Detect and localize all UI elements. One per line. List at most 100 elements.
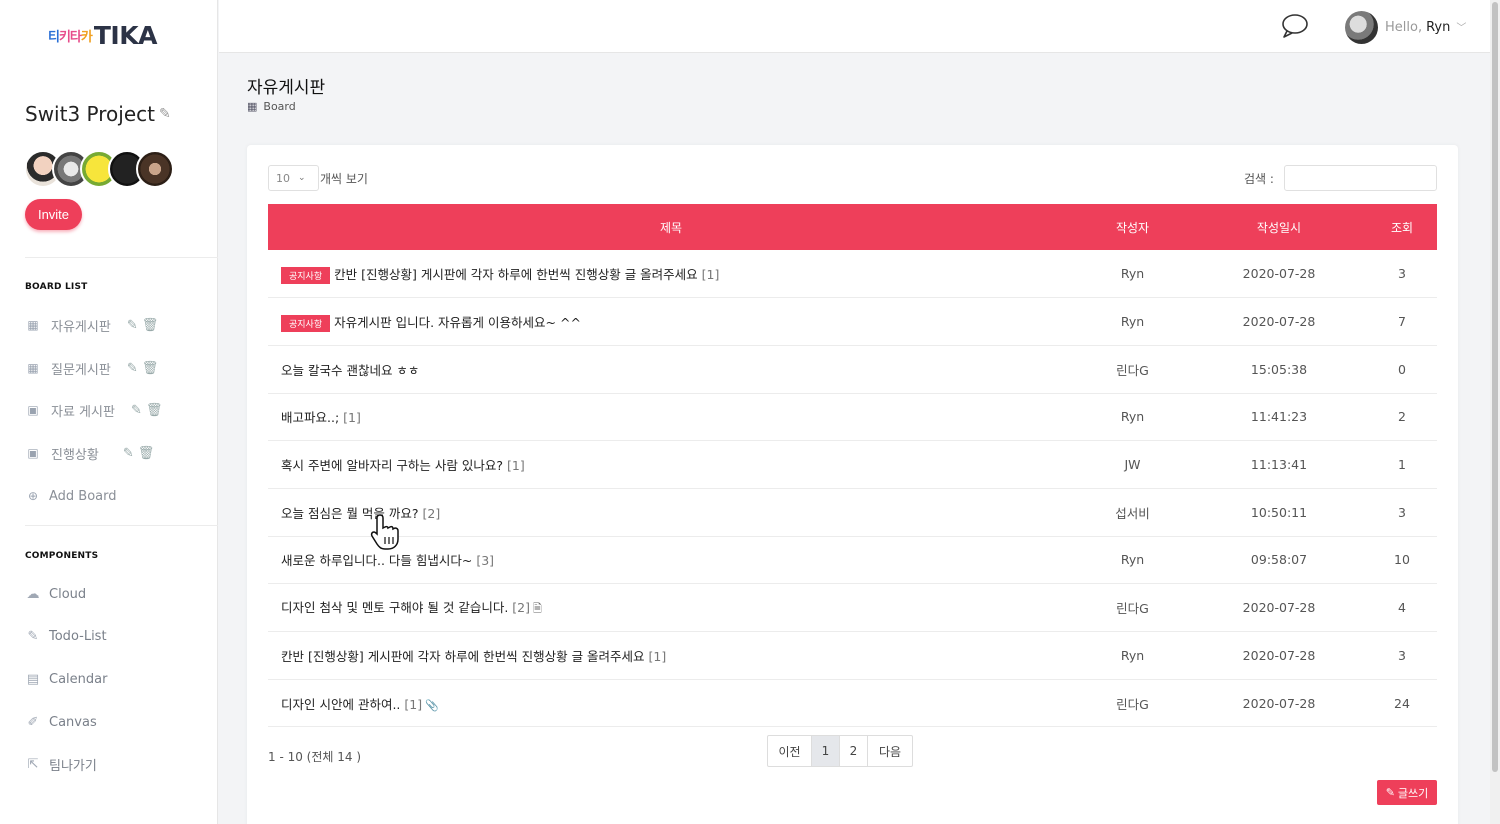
post-author: Ryn	[1074, 536, 1191, 585]
post-date: 2020-07-28	[1191, 250, 1367, 299]
sidebar-item-label: 진행상황	[51, 447, 99, 463]
breadcrumb: ▦ Board	[247, 100, 296, 113]
table-row[interactable]: 디자인 첨삭 및 멘토 구해야 될 것 같습니다. [2] 🗎 린다G 2020-…	[268, 583, 1437, 632]
pencil-icon[interactable]: ✎	[127, 361, 138, 376]
post-title-cell[interactable]: 디자인 첨삭 및 멘토 구해야 될 것 같습니다. [2] 🗎	[268, 583, 1074, 632]
table-row[interactable]: 혹시 주변에 알바자리 구하는 사람 있나요? [1] JW 11:13:41 …	[268, 440, 1437, 489]
table-header-row: 제목 작성자 작성일시 조회	[268, 204, 1437, 250]
comment-count: [2]	[512, 599, 530, 615]
user-avatar[interactable]	[1345, 11, 1378, 44]
page-length-label: 개씩 보기	[320, 172, 368, 186]
sidebar-item-label: 자료 게시판	[51, 404, 115, 420]
post-author: 린다G	[1074, 345, 1191, 394]
column-header-author[interactable]: 작성자	[1074, 204, 1191, 250]
sidebar: 티키타카 TIKA Swit3 Project ✎ Invite BOARD L…	[0, 0, 218, 824]
component-canvas[interactable]: ✐ Canvas	[25, 712, 97, 732]
table-row[interactable]: 오늘 점심은 뭘 먹을 까요? [2] 섭서비 10:50:11 3	[268, 488, 1437, 537]
sidebar-item-resource-board[interactable]: ▣ 자료 게시판 ✎ 🗑	[25, 400, 162, 420]
post-views: 2	[1367, 393, 1437, 442]
table-row[interactable]: 칸반 [진행상황] 게시판에 각자 하루에 한번씩 진행상황 글 올려주세요 […	[268, 631, 1437, 680]
trash-icon[interactable]: 🗑	[146, 403, 163, 418]
pagination-page[interactable]: 2	[840, 736, 868, 766]
sidebar-item-label: 질문게시판	[51, 362, 111, 378]
trash-icon[interactable]: 🗑	[142, 318, 159, 333]
column-header-date[interactable]: 작성일시	[1191, 204, 1367, 250]
pagination-prev[interactable]: 이전	[768, 736, 812, 766]
table-row[interactable]: 배고파요..; [1] Ryn 11:41:23 2	[268, 393, 1437, 442]
post-title-cell[interactable]: 배고파요..; [1]	[268, 393, 1074, 442]
component-calendar[interactable]: ▤ Calendar	[25, 669, 108, 689]
column-header-title[interactable]: 제목	[268, 204, 1074, 250]
post-title[interactable]: 배고파요..;	[281, 410, 339, 425]
scrollbar[interactable]	[1490, 0, 1500, 824]
post-views: 3	[1367, 488, 1437, 537]
post-title-cell[interactable]: 칸반 [진행상황] 게시판에 각자 하루에 한번씩 진행상황 글 올려주세요 […	[268, 631, 1074, 680]
tika-logo[interactable]: 티키타카 TIKA	[48, 20, 157, 50]
component-cloud[interactable]: ☁ Cloud	[25, 584, 87, 604]
component-label: Calendar	[49, 671, 108, 687]
pagination: 이전 1 2 다음	[767, 735, 913, 767]
table-row[interactable]: 공지사항 칸반 [진행상황] 게시판에 각자 하루에 한번씩 진행상황 글 올려주…	[268, 250, 1437, 299]
pencil-icon[interactable]: ✎	[159, 106, 171, 122]
trash-icon[interactable]: 🗑	[142, 361, 159, 376]
sidebar-item-free-board[interactable]: ▦ 자유게시판 ✎ 🗑	[25, 315, 158, 335]
post-title-cell[interactable]: 혹시 주변에 알바자리 구하는 사람 있나요? [1]	[268, 440, 1074, 489]
table-row[interactable]: 디자인 시안에 관하여.. [1] 📎 린다G 2020-07-28 24	[268, 679, 1437, 728]
scrollbar-thumb[interactable]	[1492, 2, 1498, 772]
user-menu[interactable]: Hello, Ryn ﹀	[1385, 19, 1466, 35]
post-date: 10:50:11	[1191, 488, 1367, 537]
post-author: Ryn	[1074, 393, 1191, 442]
post-date: 2020-07-28	[1191, 297, 1367, 346]
post-title[interactable]: 혹시 주변에 알바자리 구하는 사람 있나요?	[281, 458, 503, 473]
hello-text: Hello,	[1385, 20, 1423, 35]
post-title[interactable]: 자유게시판 입니다. 자유롭게 이용하세요~ ^^	[334, 315, 581, 330]
column-header-views[interactable]: 조회	[1367, 204, 1437, 250]
divider	[25, 525, 218, 526]
post-title-cell[interactable]: 디자인 시안에 관하여.. [1] 📎	[268, 679, 1074, 728]
edit-icon: ✎	[27, 628, 39, 644]
search-input[interactable]	[1284, 165, 1437, 191]
table-row[interactable]: 오늘 칼국수 괜찮네요 ㅎㅎ 린다G 15:05:38 0	[268, 345, 1437, 394]
post-title[interactable]: 디자인 시안에 관하여..	[281, 697, 400, 712]
post-date: 11:13:41	[1191, 440, 1367, 489]
pagination-page[interactable]: 1	[812, 736, 840, 766]
post-author: 린다G	[1074, 583, 1191, 632]
add-board-label: Add Board	[49, 488, 117, 504]
component-leave-team[interactable]: ⇱ 팀나가기	[25, 754, 97, 774]
post-title[interactable]: 새로운 하루입니다.. 다들 힘냅시다~	[281, 553, 472, 568]
plus-circle-icon: ⊕	[27, 489, 39, 503]
trash-icon[interactable]: 🗑	[138, 446, 155, 461]
post-title[interactable]: 디자인 첨삭 및 멘토 구해야 될 것 같습니다.	[281, 600, 508, 615]
table-icon: ▦	[27, 361, 39, 375]
table-row[interactable]: 공지사항 자유게시판 입니다. 자유롭게 이용하세요~ ^^ Ryn 2020-0…	[268, 297, 1437, 346]
pencil-icon[interactable]: ✎	[131, 403, 142, 418]
chat-icon[interactable]	[1281, 13, 1309, 39]
pencil-icon[interactable]: ✎	[123, 446, 134, 461]
logo-text: TIKA	[93, 20, 158, 50]
post-date: 2020-07-28	[1191, 631, 1367, 680]
invite-button[interactable]: Invite	[25, 199, 82, 230]
post-title[interactable]: 오늘 칼국수 괜찮네요 ㅎㅎ	[281, 363, 419, 378]
add-board-button[interactable]: ⊕ Add Board	[25, 486, 117, 506]
component-todo-list[interactable]: ✎ Todo-List	[25, 626, 107, 646]
post-title-cell[interactable]: 공지사항 자유게시판 입니다. 자유롭게 이용하세요~ ^^	[268, 297, 1074, 346]
post-title-cell[interactable]: 공지사항 칸반 [진행상황] 게시판에 각자 하루에 한번씩 진행상황 글 올려주…	[268, 250, 1074, 299]
pagination-next[interactable]: 다음	[868, 736, 912, 766]
post-date: 2020-07-28	[1191, 679, 1367, 728]
post-title-cell[interactable]: 오늘 칼국수 괜찮네요 ㅎㅎ	[268, 345, 1074, 394]
sidebar-item-question-board[interactable]: ▦ 질문게시판 ✎ 🗑	[25, 358, 158, 378]
table-row[interactable]: 새로운 하루입니다.. 다들 힘냅시다~ [3] Ryn 09:58:07 10	[268, 536, 1437, 585]
post-views: 3	[1367, 631, 1437, 680]
post-title[interactable]: 칸반 [진행상황] 게시판에 각자 하루에 한번씩 진행상황 글 올려주세요	[281, 649, 645, 664]
project-title-text: Swit3 Project	[25, 102, 155, 126]
chevron-down-icon: ⌄	[298, 173, 306, 183]
page-length-select[interactable]: 10 ⌄	[268, 165, 319, 191]
comment-count: [2]	[422, 505, 441, 521]
write-post-button[interactable]: ✎ 글쓰기	[1377, 780, 1437, 805]
avatar[interactable]	[136, 150, 174, 188]
pencil-icon[interactable]: ✎	[127, 318, 138, 333]
post-views: 7	[1367, 297, 1437, 346]
post-title[interactable]: 칸반 [진행상황] 게시판에 각자 하루에 한번씩 진행상황 글 올려주세요	[334, 267, 698, 282]
divider	[25, 257, 218, 258]
sidebar-item-progress[interactable]: ▣ 진행상황 ✎ 🗑	[25, 443, 154, 463]
